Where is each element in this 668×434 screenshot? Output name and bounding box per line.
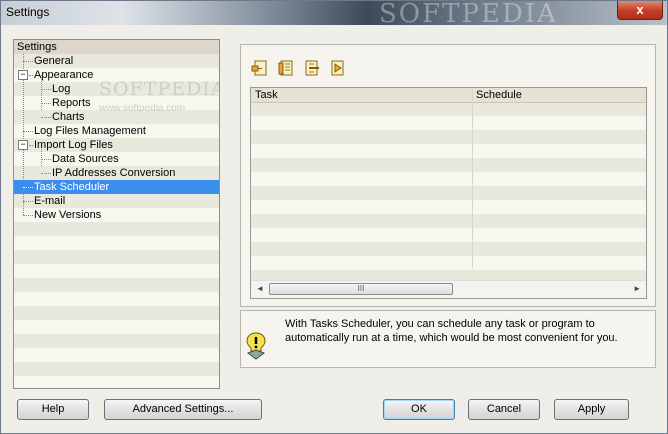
collapse-icon[interactable]: −: [18, 70, 28, 80]
dialog-body: SOFTPEDIA www.softpedia.com Settings Gen…: [1, 25, 667, 433]
table-header: Task Schedule: [251, 88, 646, 103]
tree-item-label: Data Sources: [52, 153, 119, 165]
run-task-icon[interactable]: [329, 59, 347, 77]
close-button[interactable]: x: [617, 1, 663, 20]
tree-item-charts[interactable]: Charts: [14, 110, 219, 124]
info-text: With Tasks Scheduler, you can schedule a…: [285, 318, 618, 344]
add-task-icon[interactable]: [251, 59, 269, 77]
column-divider: [472, 88, 473, 268]
info-box: With Tasks Scheduler, you can schedule a…: [240, 310, 656, 368]
scroll-right-icon[interactable]: ►: [633, 284, 641, 293]
cancel-button[interactable]: Cancel: [468, 399, 540, 420]
scroll-thumb[interactable]: III: [269, 283, 453, 295]
tree-connector: [41, 103, 51, 104]
tree-item-label: Log: [52, 83, 71, 95]
tree-connector: [41, 89, 51, 90]
scroll-left-icon[interactable]: ◄: [256, 284, 264, 293]
tree-item-email[interactable]: E-mail: [14, 194, 219, 208]
tree-item-appearance[interactable]: − Appearance: [14, 68, 219, 82]
tree-item-label: IP Addresses Conversion: [52, 167, 176, 179]
tree-connector: [23, 201, 33, 202]
tree-connector: [23, 61, 33, 62]
ok-button[interactable]: OK: [383, 399, 455, 420]
task-table[interactable]: Task Schedule ◄ III ►: [250, 87, 647, 299]
tree-connector: [41, 173, 51, 174]
tree-item-label: Appearance: [34, 69, 94, 81]
tree-item-import-log-files[interactable]: − Import Log Files: [14, 138, 219, 152]
tree-item-data-sources[interactable]: Data Sources: [14, 152, 219, 166]
tree-connector: [29, 75, 33, 76]
tree-item-log-files-management[interactable]: Log Files Management: [14, 124, 219, 138]
tree-connector: [41, 159, 51, 160]
tree-item-label: Import Log Files: [34, 139, 113, 151]
tree-item-label: Log Files Management: [34, 125, 146, 137]
column-header-task[interactable]: Task: [255, 88, 278, 102]
tree-item-new-versions[interactable]: New Versions: [14, 208, 219, 222]
column-header-schedule[interactable]: Schedule: [476, 88, 522, 102]
delete-task-icon[interactable]: [303, 59, 321, 77]
horizontal-scrollbar[interactable]: ◄ III ►: [251, 280, 646, 298]
task-scheduler-panel: Task Schedule ◄ III ►: [240, 44, 656, 307]
title-bar[interactable]: Settings SOFTPEDIA x: [1, 0, 667, 29]
tree-item-ip-addresses-conversion[interactable]: IP Addresses Conversion: [14, 166, 219, 180]
tree-item-label: General: [34, 55, 74, 67]
tree-connector: [23, 187, 33, 188]
help-button[interactable]: Help: [17, 399, 89, 420]
tree-root-settings[interactable]: Settings: [14, 40, 219, 54]
tree-item-label: Charts: [52, 111, 85, 123]
lightbulb-info-icon: [246, 332, 266, 360]
window-title: Settings: [6, 5, 50, 19]
tree-item-task-scheduler[interactable]: Task Scheduler: [14, 180, 219, 194]
tree-item-label: E-mail: [34, 195, 66, 207]
collapse-icon[interactable]: −: [18, 140, 28, 150]
tree-item-label: Reports: [52, 97, 91, 109]
settings-window: Settings SOFTPEDIA x SOFTPEDIA www.softp…: [0, 0, 668, 434]
tree-item-log[interactable]: Log: [14, 82, 219, 96]
settings-tree[interactable]: SOFTPEDIA www.softpedia.com Settings Gen…: [13, 39, 220, 389]
tree-item-general[interactable]: General: [14, 54, 219, 68]
tree-root-label: Settings: [17, 41, 57, 53]
tree-connector: [23, 131, 33, 132]
tree-item-label: Task Scheduler: [34, 181, 110, 193]
advanced-settings-button[interactable]: Advanced Settings...: [104, 399, 262, 420]
tree-item-label: New Versions: [34, 209, 102, 221]
edit-task-icon[interactable]: [277, 59, 295, 77]
tree-connector: [29, 145, 33, 146]
tree-item-reports[interactable]: Reports: [14, 96, 219, 110]
apply-button[interactable]: Apply: [554, 399, 629, 420]
tree-connector: [23, 215, 33, 216]
tree-connector: [41, 117, 51, 118]
